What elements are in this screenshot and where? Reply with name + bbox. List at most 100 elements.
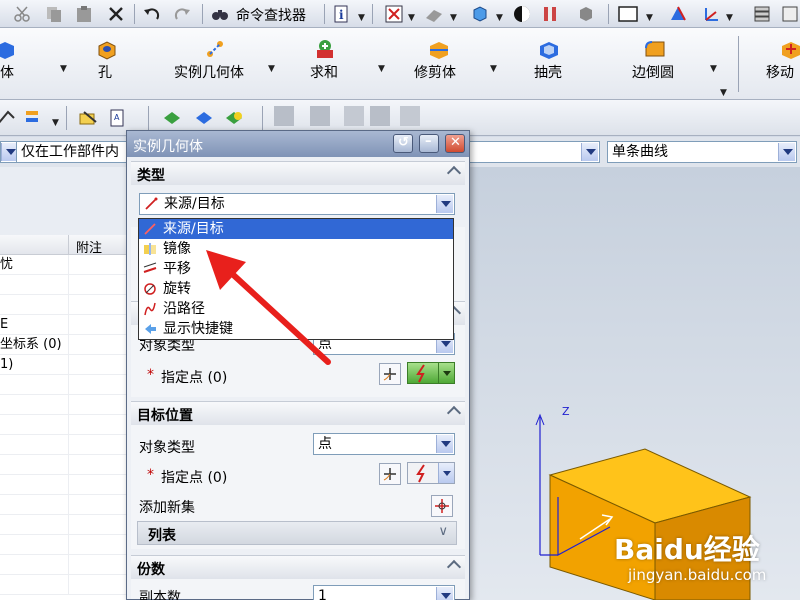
navigator-row[interactable] — [0, 515, 140, 535]
translate-icon — [143, 262, 157, 273]
type-select[interactable]: 来源/目标 — [139, 193, 455, 215]
render-style-icon[interactable] — [424, 4, 444, 24]
ribbon-hole-button[interactable]: 孔 — [88, 28, 128, 100]
properties-icon[interactable]: A — [108, 108, 128, 128]
point-dialog-button[interactable] — [379, 363, 401, 385]
navigator-row[interactable] — [0, 395, 140, 415]
navigator-row[interactable]: 忧 — [0, 255, 140, 275]
type-option-translate[interactable]: 平移 — [139, 259, 453, 279]
option-label: 显示快捷键 — [163, 321, 233, 337]
wcs-icon[interactable] — [702, 4, 722, 24]
background-icon[interactable] — [618, 4, 638, 24]
ribbon-unite-label: 求和 — [310, 65, 338, 81]
type-section-title: 类型 — [137, 168, 165, 184]
cut-icon[interactable] — [12, 4, 32, 24]
navigator-row[interactable]: 1) — [0, 355, 140, 375]
mirror-icon — [144, 243, 156, 255]
navigator-row[interactable] — [0, 375, 140, 395]
type-option-show-shortcuts[interactable]: 显示快捷键 — [139, 319, 453, 339]
shading-green-icon[interactable] — [162, 108, 182, 128]
inferred-point-button[interactable] — [407, 362, 455, 384]
delete-icon[interactable] — [106, 4, 126, 24]
display-mode-icon[interactable] — [512, 4, 532, 24]
close-button[interactable]: ✕ — [445, 134, 465, 153]
ribbon-move-button[interactable]: 移动 — [762, 28, 800, 100]
disabled-tool-5-icon — [400, 106, 420, 126]
type-option-source-target[interactable]: 来源/目标 — [139, 219, 453, 239]
ribbon-hole-label: 孔 — [98, 65, 112, 81]
list-subsection-header[interactable]: 列表 ∨ — [137, 521, 457, 545]
target-object-type-select[interactable]: 点 — [313, 433, 455, 455]
target-section-header[interactable]: 目标位置 — [131, 401, 465, 425]
dialog-title: 实例几何体 — [133, 139, 203, 155]
copies-count-input[interactable]: 1 — [313, 585, 455, 600]
ribbon-unite-button[interactable]: 求和 — [304, 28, 348, 100]
type-option-mirror[interactable]: 镜像 — [139, 239, 453, 259]
type-section-header[interactable]: 类型 — [131, 161, 465, 185]
navigator-row[interactable] — [0, 435, 140, 455]
shading-mixed-icon[interactable] — [224, 108, 244, 128]
target-point-dialog-button[interactable] — [379, 463, 401, 485]
navigator-row[interactable] — [0, 415, 140, 435]
add-new-set-button[interactable] — [431, 495, 453, 517]
reset-button[interactable]: ↺ — [393, 134, 413, 153]
copy-icon[interactable] — [44, 4, 64, 24]
ribbon-instance-geometry-button[interactable]: 实例几何体 — [168, 28, 262, 100]
undo-icon[interactable] — [142, 4, 162, 24]
navigator-row-text: E — [0, 317, 9, 332]
curve-rule-combo[interactable]: 单条曲线 — [607, 141, 797, 163]
navigator-row[interactable] — [0, 275, 140, 295]
binoculars-icon[interactable] — [210, 4, 230, 24]
selection-filter-icon[interactable] — [24, 108, 44, 128]
add-new-set-label: 添加新集 — [139, 500, 195, 516]
ribbon-edge-blend-button[interactable]: 边倒圆 — [630, 28, 680, 100]
target-specify-point-label: 指定点 (0) — [161, 470, 228, 486]
navigator-row[interactable] — [0, 455, 140, 475]
shading-blue-icon[interactable] — [194, 108, 214, 128]
navigator-row[interactable] — [0, 495, 140, 515]
expand-chevron-icon: ∨ — [438, 524, 448, 539]
ribbon-shell-label: 抽壳 — [534, 65, 562, 81]
redo-icon[interactable] — [172, 4, 192, 24]
copies-section-header[interactable]: 份数 — [131, 555, 465, 579]
target-inferred-point-button[interactable] — [407, 462, 455, 484]
paste-icon[interactable] — [74, 4, 94, 24]
source-target-icon — [145, 197, 158, 210]
hidden-edge-icon[interactable] — [576, 4, 596, 24]
ribbon-trim-body-button[interactable]: 修剪体 — [410, 28, 468, 100]
section-view-icon[interactable] — [540, 4, 560, 24]
collapse-button[interactable]: – — [419, 134, 439, 153]
edit-note-icon[interactable] — [78, 108, 98, 128]
type-option-rotate[interactable]: 旋转 — [139, 279, 453, 299]
navigator-column-notes[interactable]: 附注 — [76, 237, 102, 256]
instance-geometry-icon — [207, 41, 223, 57]
navigator-row-text: 坐标系 (0) — [0, 337, 62, 352]
copies-count-label: 副本数 — [139, 590, 181, 600]
orient-view-icon[interactable] — [668, 4, 688, 24]
ribbon-body-button[interactable]: 体 — [0, 28, 34, 100]
part-navigator-icon[interactable] — [780, 4, 800, 24]
rotate-icon — [144, 283, 156, 295]
navigator-row[interactable] — [0, 575, 140, 595]
navigator-row[interactable] — [0, 555, 140, 575]
navigator-row[interactable]: E — [0, 315, 140, 335]
dialog-titlebar[interactable]: 实例几何体 ↺ – ✕ — [127, 131, 469, 157]
disabled-tool-2-icon — [310, 106, 330, 126]
ribbon-shell-button[interactable]: 抽壳 — [530, 28, 570, 100]
snap-icon[interactable] — [0, 108, 16, 128]
navigator-row[interactable] — [0, 475, 140, 495]
navigator-row[interactable] — [0, 295, 140, 315]
view-cube-icon[interactable] — [470, 4, 490, 24]
navigator-row[interactable]: 坐标系 (0) — [0, 335, 140, 355]
curve-rule-value: 单条曲线 — [612, 144, 668, 160]
inferred-point-icon — [416, 464, 425, 483]
command-finder-label[interactable]: 命令查找器 — [236, 5, 306, 25]
point-constructor-icon — [383, 468, 396, 481]
type-option-along-path[interactable]: 沿路径 — [139, 299, 453, 319]
target-section-title: 目标位置 — [137, 408, 193, 424]
layer-icon[interactable] — [752, 4, 772, 24]
navigator-row[interactable] — [0, 535, 140, 555]
fit-view-icon[interactable] — [384, 4, 404, 24]
scope-filter-combo-tail[interactable] — [470, 141, 600, 163]
info-icon[interactable]: i — [332, 4, 352, 24]
